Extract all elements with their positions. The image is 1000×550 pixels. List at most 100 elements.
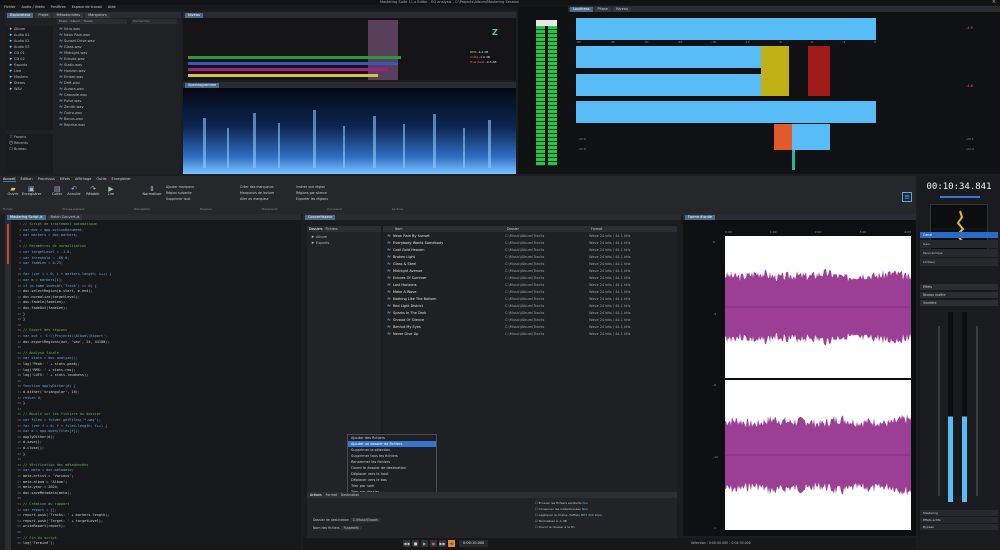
- col-folder[interactable]: Dossier: [507, 226, 519, 232]
- batch-folder-item[interactable]: ▸ Exports: [307, 240, 381, 246]
- menu-windows[interactable]: Fenêtres: [51, 5, 66, 10]
- table-row[interactable]: ≈ Cold Gold Heaven C:\Music\Album\Tracks Wa…: [383, 247, 677, 253]
- footer-bypass[interactable]: Bypass: [920, 524, 998, 530]
- gain-row[interactable]: Gain: [920, 240, 998, 248]
- table-row[interactable]: ≈ Never Give Up C:\Music\Album\Tracks Wave …: [383, 331, 677, 337]
- ribbon-tab-tools[interactable]: Outils: [96, 176, 106, 182]
- tab-format[interactable]: Format: [326, 493, 337, 497]
- footer-mastering[interactable]: Mastering: [920, 510, 998, 516]
- z-logo: Z: [492, 28, 498, 37]
- tab-waveform[interactable]: Forme d'onde: [685, 214, 716, 220]
- table-row[interactable]: ≈ Red Light District C:\Music\Album\Tracks…: [383, 303, 677, 309]
- waveform-channel-left[interactable]: [725, 236, 911, 378]
- position-display[interactable]: 0:00:10.000: [459, 540, 489, 547]
- line-number: 46: [17, 474, 21, 478]
- table-row[interactable]: ≈ Nothing Like The Bottom C:\Music\Album\T…: [383, 296, 677, 302]
- tab-converter[interactable]: Convertisseur: [305, 214, 336, 220]
- tab-level-meter[interactable]: Niveau: [612, 6, 632, 12]
- table-header: Nom Dossier Format: [383, 226, 677, 232]
- table-row[interactable]: ≈ Lost Horizons C:\Music\Album\Tracks Wave …: [383, 282, 677, 288]
- ribbon-tab-edit[interactable]: Édition: [21, 176, 33, 182]
- waveform-channel-right[interactable]: [725, 380, 911, 530]
- loop-icon[interactable]: ⟲: [448, 540, 455, 547]
- code-line: // Boucle sur les fichiers du dossier: [23, 412, 101, 417]
- table-row[interactable]: ≈ Broken Light C:\Music\Album\Tracks Wave 2…: [383, 254, 677, 260]
- open-button[interactable]: ▰ Ouvrir: [6, 186, 20, 197]
- menu-audio[interactable]: Audio / Vidéo: [21, 5, 44, 10]
- table-row[interactable]: ≈ Neon Rain By Sunset C:\Music\Album\Track…: [383, 233, 677, 239]
- tab-metadata[interactable]: Métadonnées: [53, 12, 84, 18]
- stop-icon[interactable]: ■: [412, 540, 419, 547]
- section-master[interactable]: Niveau maître: [920, 292, 998, 298]
- tab-folders[interactable]: Dossiers: [309, 227, 323, 231]
- ribbon-expand-icon[interactable]: ≡: [902, 192, 912, 202]
- section-channel[interactable]: Canal: [920, 232, 998, 238]
- table-row[interactable]: ≈ Shroud Of Silence C:\Music\Album\Tracks W…: [383, 317, 677, 323]
- tab-markers[interactable]: Marqueurs: [85, 12, 110, 18]
- folder-item[interactable]: ▸ WAV: [5, 86, 53, 92]
- goto-marker-button[interactable]: Aller au marqueur: [240, 196, 274, 202]
- menu-file[interactable]: Fichier: [4, 5, 15, 10]
- ribbon-tab-process[interactable]: Processus: [38, 176, 55, 182]
- forward-icon[interactable]: ▶▶: [439, 540, 446, 547]
- normalize-button[interactable]: ⇕ Normaliser: [142, 186, 162, 197]
- tab-level[interactable]: Niveau: [185, 12, 204, 18]
- section-vu[interactable]: Vumètre: [920, 300, 998, 306]
- table-row[interactable]: ≈ Sparks In The Dark C:\Music\Album\Tracks…: [383, 310, 677, 316]
- tab-script-2[interactable]: Batch Convert.js: [47, 214, 83, 220]
- ribbon-tab-record[interactable]: Enregistrer: [112, 176, 131, 182]
- tab-script-1[interactable]: Mastering Script.js: [7, 214, 46, 220]
- tab-files[interactable]: Fichiers: [326, 227, 338, 231]
- redo-button[interactable]: ↷ Rétablir: [84, 186, 102, 197]
- table-row[interactable]: ≈ Echoes Of Summer C:\Music\Album\Tracks Wa…: [383, 275, 677, 281]
- fader-left[interactable]: [938, 326, 940, 496]
- line-number: 3: [19, 233, 21, 238]
- ribbon-tab-effects[interactable]: Effets: [60, 176, 70, 182]
- code-area[interactable]: 1// Script de traitement automatique 2 var…: [11, 222, 301, 550]
- search-input[interactable]: Rechercher: [131, 19, 177, 24]
- table-row[interactable]: ≈ Glass & Steel C:\Music\Album\Tracks Wave …: [383, 261, 677, 267]
- delete-all-button[interactable]: Supprimer tout: [166, 196, 194, 202]
- footer-effects[interactable]: Effets actifs: [920, 517, 998, 523]
- fader-right[interactable]: [976, 326, 978, 496]
- ribbon-tab-home[interactable]: Accueil: [3, 176, 16, 182]
- section-effects[interactable]: Effets: [920, 284, 998, 290]
- tab-explorer[interactable]: Explorateur: [7, 12, 34, 18]
- tab-loudness[interactable]: Loudness: [570, 6, 593, 12]
- phase-meter-line: [792, 150, 795, 170]
- record-icon[interactable]: ●: [430, 540, 437, 547]
- file-item[interactable]: ≈Reprise.wav: [55, 122, 181, 128]
- table-row[interactable]: ≈ Make A Wave C:\Music\Album\Tracks Wave 24…: [383, 289, 677, 295]
- play-icon[interactable]: ▶: [421, 540, 428, 547]
- option-open-folder[interactable]: ☐ Ouvrir le dossier à la fin: [535, 524, 675, 530]
- path-field[interactable]: Music › Album › Tracks: [57, 19, 127, 24]
- table-row[interactable]: ≈ Midnight Avenue C:\Music\Album\Tracks Wav…: [383, 268, 677, 274]
- place-item[interactable]: ▭Bureau: [5, 146, 53, 152]
- destination-field[interactable]: C:\Music\Export: [349, 518, 381, 522]
- col-format[interactable]: Format: [591, 226, 602, 232]
- filename-field[interactable]: %name%: [340, 526, 362, 530]
- export-regions-button[interactable]: Exporter les régions: [296, 196, 328, 202]
- table-row[interactable]: ≈ Everybody Wants Somebody C:\Music\Album\…: [383, 240, 677, 246]
- pan-row[interactable]: Panoramique: [920, 249, 998, 257]
- rewind-icon[interactable]: ◀◀: [403, 540, 410, 547]
- menu-workspace[interactable]: Espace de travail: [72, 5, 102, 10]
- undo-button[interactable]: ↶ Annuler: [66, 186, 82, 197]
- save-button[interactable]: ▣ Enregistrer: [22, 186, 41, 197]
- tab-phase[interactable]: Phase: [594, 6, 611, 12]
- tab-project[interactable]: Projet: [35, 12, 52, 18]
- table-row[interactable]: ≈ Behind My Eyes C:\Music\Album\Tracks Wave…: [383, 324, 677, 330]
- menu-help[interactable]: Aide: [108, 5, 116, 10]
- loudness-value-2: -4.8: [966, 84, 973, 88]
- ribbon-tab-view[interactable]: Affichage: [75, 176, 91, 182]
- limiter-row[interactable]: Limiteur: [920, 258, 998, 266]
- file-browser-panel: Explorateur Projet Métadonnées Marqueurs…: [5, 12, 181, 174]
- play-button[interactable]: ▶ Lire: [104, 186, 118, 197]
- col-name[interactable]: Nom: [395, 226, 402, 232]
- paste-button[interactable]: ▤ Coller: [50, 186, 64, 197]
- tab-actions[interactable]: Actions: [310, 493, 322, 497]
- tab-destination[interactable]: Destination: [341, 493, 359, 497]
- table-cell: Echoes Of Summer: [393, 276, 427, 280]
- line-number: 19: [17, 322, 21, 327]
- tab-spectrogram[interactable]: Spectrogramme: [185, 82, 220, 88]
